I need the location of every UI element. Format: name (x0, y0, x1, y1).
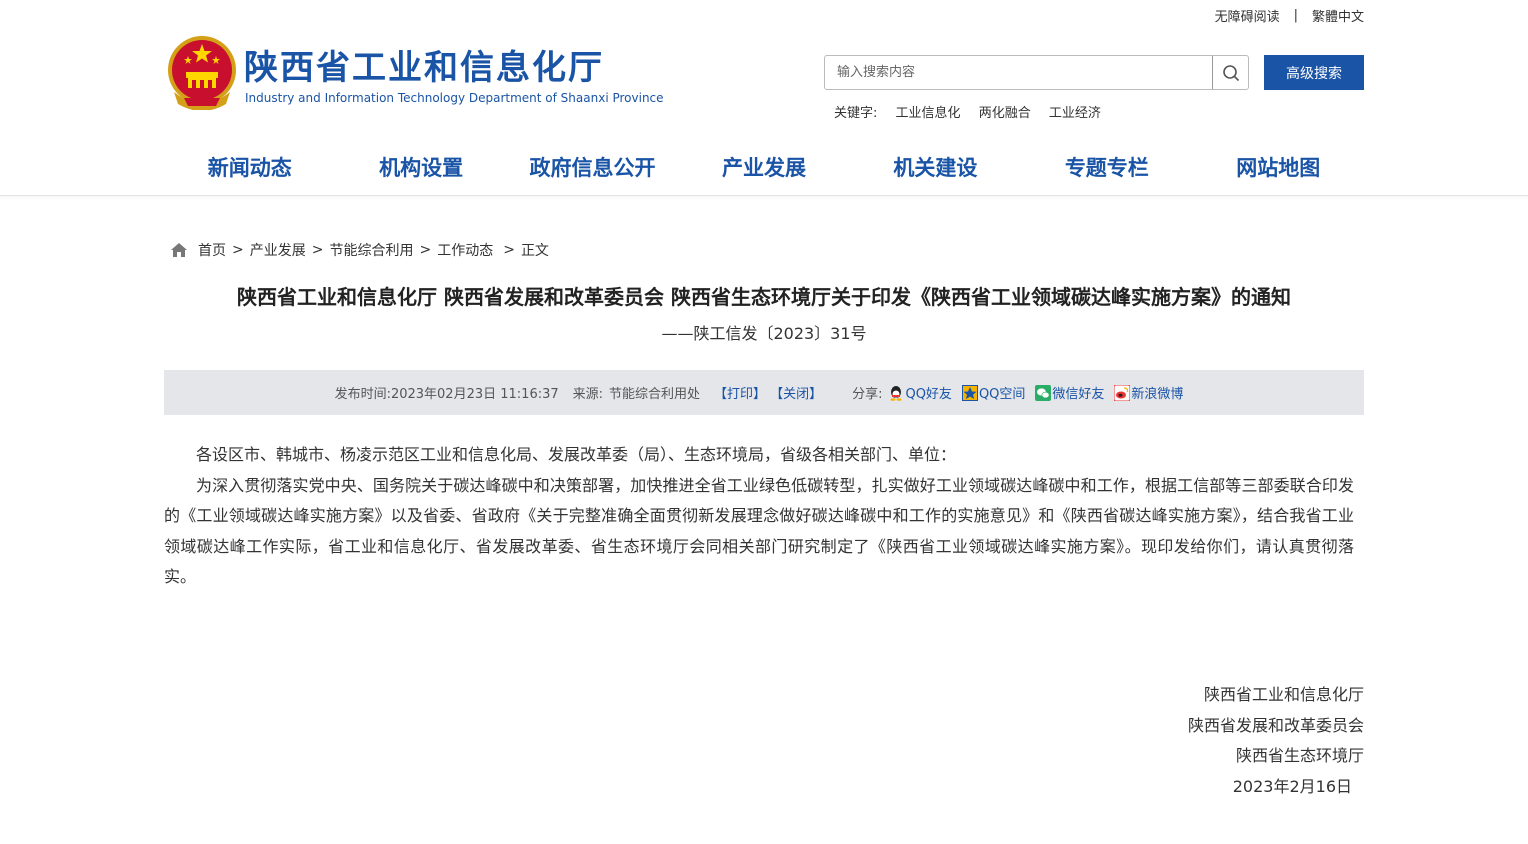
keywords-label: 关键字: (834, 106, 878, 121)
close-button[interactable]: 【关闭】 (770, 383, 822, 402)
source-value: 节能综合利用处 (609, 387, 701, 402)
nav-item-agency-building[interactable]: 机关建设 (850, 140, 1021, 196)
search-keywords: 关键字: 工业信息化 两化融合 工业经济 (834, 102, 1101, 121)
publish-time: 2023年02月23日 11:16:37 (390, 387, 559, 402)
nav-item-news[interactable]: 新闻动态 (164, 140, 335, 196)
accessibility-link[interactable]: 无障碍阅读 (1215, 6, 1280, 25)
breadcrumb-work-news[interactable]: 工作动态 (437, 240, 493, 260)
nav-item-industry[interactable]: 产业发展 (678, 140, 849, 196)
signature-line: 陕西省工业和信息化厅 (1203, 685, 1364, 704)
publish-time-label: 发布时间: (334, 387, 391, 402)
nav-item-info-disclosure[interactable]: 政府信息公开 (507, 140, 678, 196)
nav-item-organization[interactable]: 机构设置 (335, 140, 506, 196)
keyword-link[interactable]: 工业信息化 (896, 106, 961, 121)
keyword-link[interactable]: 工业经济 (1049, 106, 1101, 121)
nav-item-sitemap[interactable]: 网站地图 (1193, 140, 1364, 196)
article-body: 各设区市、韩城市、杨凌示范区工业和信息化局、发展改革委（局）、生态环境局，省级各… (164, 440, 1354, 593)
signature-line: 陕西省发展和改革委员会 (1187, 715, 1364, 735)
search-box (824, 55, 1249, 90)
share-qq-friends[interactable]: QQ好友 (888, 383, 952, 402)
search-button[interactable] (1212, 56, 1248, 89)
topbar-separator: | (1293, 8, 1298, 23)
nav-item-special-topics[interactable]: 专题专栏 (1021, 140, 1192, 196)
document-number: ——陕工信发〔2023〕31号 (661, 324, 867, 343)
weibo-icon (1114, 384, 1131, 401)
site-header: 陕西省工业和信息化厅 Industry and Information Tech… (164, 30, 1364, 130)
advanced-search-button[interactable]: 高级搜索 (1264, 55, 1364, 90)
article-paragraph: 为深入贯彻落实党中央、国务院关于碳达峰碳中和决策部署，加快推进全省工业绿色低碳转… (164, 475, 1354, 587)
share-qzone[interactable]: QQ空间 (961, 383, 1026, 402)
home-icon (171, 243, 187, 257)
search-icon (1222, 64, 1239, 81)
qzone-icon (961, 384, 978, 401)
breadcrumb-industry[interactable]: 产业发展 (250, 240, 306, 260)
breadcrumb: 首页 > 产业发展 > 节能综合利用 > 工作动态 > 正文 (170, 240, 549, 260)
breadcrumb-separator: > (311, 242, 324, 258)
breadcrumb-current: 正文 (520, 243, 549, 259)
topbar: 无障碍阅读 | 繁體中文 (1215, 6, 1364, 25)
qq-icon (890, 385, 902, 401)
breadcrumb-separator: > (419, 242, 432, 258)
share-weibo-label: 新浪微博 (1131, 387, 1184, 402)
signature-date: 2023年2月16日 (1232, 776, 1352, 796)
article-paragraph: 各设区市、韩城市、杨凌示范区工业和信息化局、发展改革委（局）、生态环境局，省级各… (196, 445, 957, 464)
article-signature: 陕西省工业和信息化厅 陕西省发展和改革委员会 陕西省生态环境厅 2023年2月1… (1188, 680, 1364, 802)
share-wechat-label: 微信好友 (1052, 387, 1105, 402)
keyword-link[interactable]: 两化融合 (979, 106, 1031, 121)
breadcrumb-energy-saving[interactable]: 节能综合利用 (329, 240, 413, 260)
site-title[interactable]: 陕西省工业和信息化厅 (244, 40, 604, 89)
traditional-chinese-link[interactable]: 繁體中文 (1312, 6, 1364, 25)
share-label: 分享: (852, 387, 883, 402)
wechat-icon (1035, 384, 1052, 401)
share-wechat[interactable]: 微信好友 (1035, 383, 1104, 402)
breadcrumb-home[interactable]: 首页 (198, 240, 226, 260)
main-nav: 新闻动态 机构设置 政府信息公开 产业发展 机关建设 专题专栏 网站地图 (0, 140, 1528, 196)
search-input[interactable] (825, 56, 1205, 89)
share-qq-friends-label: QQ好友 (905, 387, 952, 402)
breadcrumb-separator: > (232, 242, 244, 258)
print-button[interactable]: 【打印】 (714, 383, 766, 402)
article-meta-bar: 发布时间: 2023年02月23日 11:16:37 来源: 节能综合利用处 【… (164, 370, 1364, 415)
breadcrumb-separator: > (503, 242, 515, 258)
share-weibo[interactable]: 新浪微博 (1114, 383, 1183, 402)
national-emblem-icon[interactable] (166, 34, 238, 110)
signature-line: 陕西省生态环境厅 (1235, 746, 1364, 765)
site-subtitle: Industry and Information Technology Depa… (245, 91, 664, 105)
source-label: 来源: (572, 387, 604, 402)
article-title: 陕西省工业和信息化厅 陕西省发展和改革委员会 陕西省生态环境厅关于印发《陕西省工… (237, 285, 1291, 309)
share-qzone-label: QQ空间 (978, 387, 1026, 402)
